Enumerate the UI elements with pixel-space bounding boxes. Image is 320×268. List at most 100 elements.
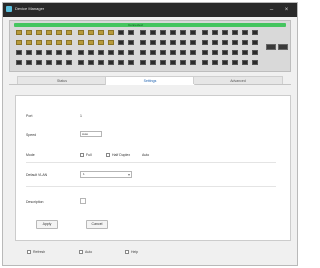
port-79[interactable] xyxy=(78,60,84,65)
port-2[interactable] xyxy=(26,30,32,35)
port-67[interactable] xyxy=(202,50,208,55)
port-41[interactable] xyxy=(180,40,186,45)
port-85[interactable] xyxy=(140,60,146,65)
port-73[interactable] xyxy=(16,60,22,65)
port-81[interactable] xyxy=(98,60,104,65)
port-32[interactable] xyxy=(88,40,94,45)
port-86[interactable] xyxy=(150,60,156,65)
port-21[interactable] xyxy=(222,30,228,35)
port-3[interactable] xyxy=(36,30,42,35)
port-57[interactable] xyxy=(98,50,104,55)
port-8[interactable] xyxy=(88,30,94,35)
port-19[interactable] xyxy=(202,30,208,35)
speed-field[interactable]: Auto xyxy=(80,131,102,137)
port-13[interactable] xyxy=(140,30,146,35)
port-59[interactable] xyxy=(118,50,124,55)
port-92[interactable] xyxy=(212,60,218,65)
port-76[interactable] xyxy=(46,60,52,65)
port-90[interactable] xyxy=(190,60,196,65)
port-10[interactable] xyxy=(108,30,114,35)
port-68[interactable] xyxy=(212,50,218,55)
port-9[interactable] xyxy=(98,30,104,35)
port-58[interactable] xyxy=(108,50,114,55)
port-56[interactable] xyxy=(88,50,94,55)
port-35[interactable] xyxy=(118,40,124,45)
port-39[interactable] xyxy=(160,40,166,45)
port-11[interactable] xyxy=(118,30,124,35)
port-42[interactable] xyxy=(190,40,196,45)
port-96[interactable] xyxy=(252,60,258,65)
sfp-port-2[interactable] xyxy=(278,44,288,50)
port-38[interactable] xyxy=(150,40,156,45)
port-83[interactable] xyxy=(118,60,124,65)
port-71[interactable] xyxy=(242,50,248,55)
port-94[interactable] xyxy=(232,60,238,65)
port-25[interactable] xyxy=(16,40,22,45)
port-50[interactable] xyxy=(26,50,32,55)
mode-full-checkbox[interactable] xyxy=(80,153,84,157)
tab-advanced[interactable]: Advanced xyxy=(193,76,283,84)
port-63[interactable] xyxy=(160,50,166,55)
sfp-port-1[interactable] xyxy=(266,44,276,50)
port-75[interactable] xyxy=(36,60,42,65)
port-66[interactable] xyxy=(190,50,196,55)
port-17[interactable] xyxy=(180,30,186,35)
port-1[interactable] xyxy=(16,30,22,35)
port-33[interactable] xyxy=(98,40,104,45)
port-44[interactable] xyxy=(212,40,218,45)
port-48[interactable] xyxy=(252,40,258,45)
port-18[interactable] xyxy=(190,30,196,35)
port-34[interactable] xyxy=(108,40,114,45)
port-87[interactable] xyxy=(160,60,166,65)
port-40[interactable] xyxy=(170,40,176,45)
port-46[interactable] xyxy=(232,40,238,45)
port-12[interactable] xyxy=(128,30,134,35)
port-36[interactable] xyxy=(128,40,134,45)
footer-item-refresh[interactable]: Refresh xyxy=(27,248,45,256)
description-field[interactable] xyxy=(80,198,86,204)
footer-item-auto[interactable]: Auto xyxy=(79,248,92,256)
close-button[interactable]: × xyxy=(282,5,291,14)
port-31[interactable] xyxy=(78,40,84,45)
port-65[interactable] xyxy=(180,50,186,55)
port-14[interactable] xyxy=(150,30,156,35)
port-5[interactable] xyxy=(56,30,62,35)
port-24[interactable] xyxy=(252,30,258,35)
footer-item-help[interactable]: Help xyxy=(125,248,138,256)
port-78[interactable] xyxy=(66,60,72,65)
port-53[interactable] xyxy=(56,50,62,55)
port-37[interactable] xyxy=(140,40,146,45)
port-26[interactable] xyxy=(26,40,32,45)
port-77[interactable] xyxy=(56,60,62,65)
port-16[interactable] xyxy=(170,30,176,35)
port-28[interactable] xyxy=(46,40,52,45)
port-93[interactable] xyxy=(222,60,228,65)
port-54[interactable] xyxy=(66,50,72,55)
tab-status[interactable]: Status xyxy=(17,76,107,84)
port-6[interactable] xyxy=(66,30,72,35)
port-52[interactable] xyxy=(46,50,52,55)
port-51[interactable] xyxy=(36,50,42,55)
port-61[interactable] xyxy=(140,50,146,55)
port-45[interactable] xyxy=(222,40,228,45)
port-64[interactable] xyxy=(170,50,176,55)
port-70[interactable] xyxy=(232,50,238,55)
mode-half-checkbox[interactable] xyxy=(106,153,110,157)
port-84[interactable] xyxy=(128,60,134,65)
port-91[interactable] xyxy=(202,60,208,65)
port-95[interactable] xyxy=(242,60,248,65)
port-27[interactable] xyxy=(36,40,42,45)
cancel-button[interactable]: Cancel xyxy=(86,220,108,229)
tab-settings[interactable]: Settings xyxy=(105,76,195,85)
port-22[interactable] xyxy=(232,30,238,35)
port-82[interactable] xyxy=(108,60,114,65)
port-80[interactable] xyxy=(88,60,94,65)
port-20[interactable] xyxy=(212,30,218,35)
port-60[interactable] xyxy=(128,50,134,55)
port-30[interactable] xyxy=(66,40,72,45)
port-89[interactable] xyxy=(180,60,186,65)
port-88[interactable] xyxy=(170,60,176,65)
port-29[interactable] xyxy=(56,40,62,45)
port-55[interactable] xyxy=(78,50,84,55)
vlan-select[interactable]: 1 ▾ xyxy=(80,171,132,178)
